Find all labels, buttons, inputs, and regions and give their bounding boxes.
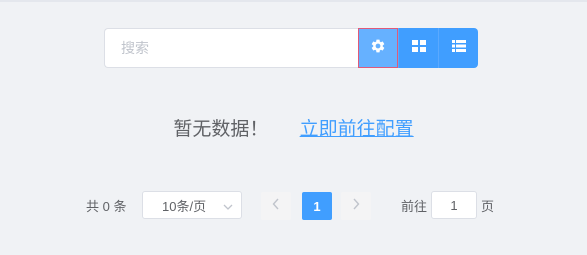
page-unit-label: 页 xyxy=(481,199,495,214)
toolbar-button-group xyxy=(358,28,478,68)
list-view-icon xyxy=(451,39,466,57)
list-view-button[interactable] xyxy=(438,28,478,68)
search-input[interactable] xyxy=(104,28,358,68)
next-page-button[interactable] xyxy=(341,192,371,220)
chevron-left-icon xyxy=(272,197,280,215)
total-count: 共 0 条 xyxy=(86,199,127,214)
settings-button[interactable] xyxy=(358,28,398,68)
page-number-current[interactable]: 1 xyxy=(302,192,332,220)
goto-label: 前往 xyxy=(401,199,428,214)
page-size-value: 10条/页 xyxy=(162,198,207,214)
top-divider xyxy=(0,0,587,2)
grid-view-button[interactable] xyxy=(398,28,438,68)
search-bar xyxy=(104,28,478,68)
empty-state: 暂无数据！ 立即前往配置 xyxy=(0,114,587,141)
chevron-right-icon xyxy=(352,197,360,215)
configure-link[interactable]: 立即前往配置 xyxy=(300,119,414,140)
grid-view-icon xyxy=(411,39,426,57)
chevron-down-icon xyxy=(223,200,233,215)
prev-page-button[interactable] xyxy=(261,192,291,220)
empty-message: 暂无数据！ xyxy=(173,119,269,140)
page-size-select[interactable]: 10条/页 xyxy=(142,191,242,219)
goto-page-input[interactable] xyxy=(431,191,477,219)
gear-icon xyxy=(370,38,386,59)
